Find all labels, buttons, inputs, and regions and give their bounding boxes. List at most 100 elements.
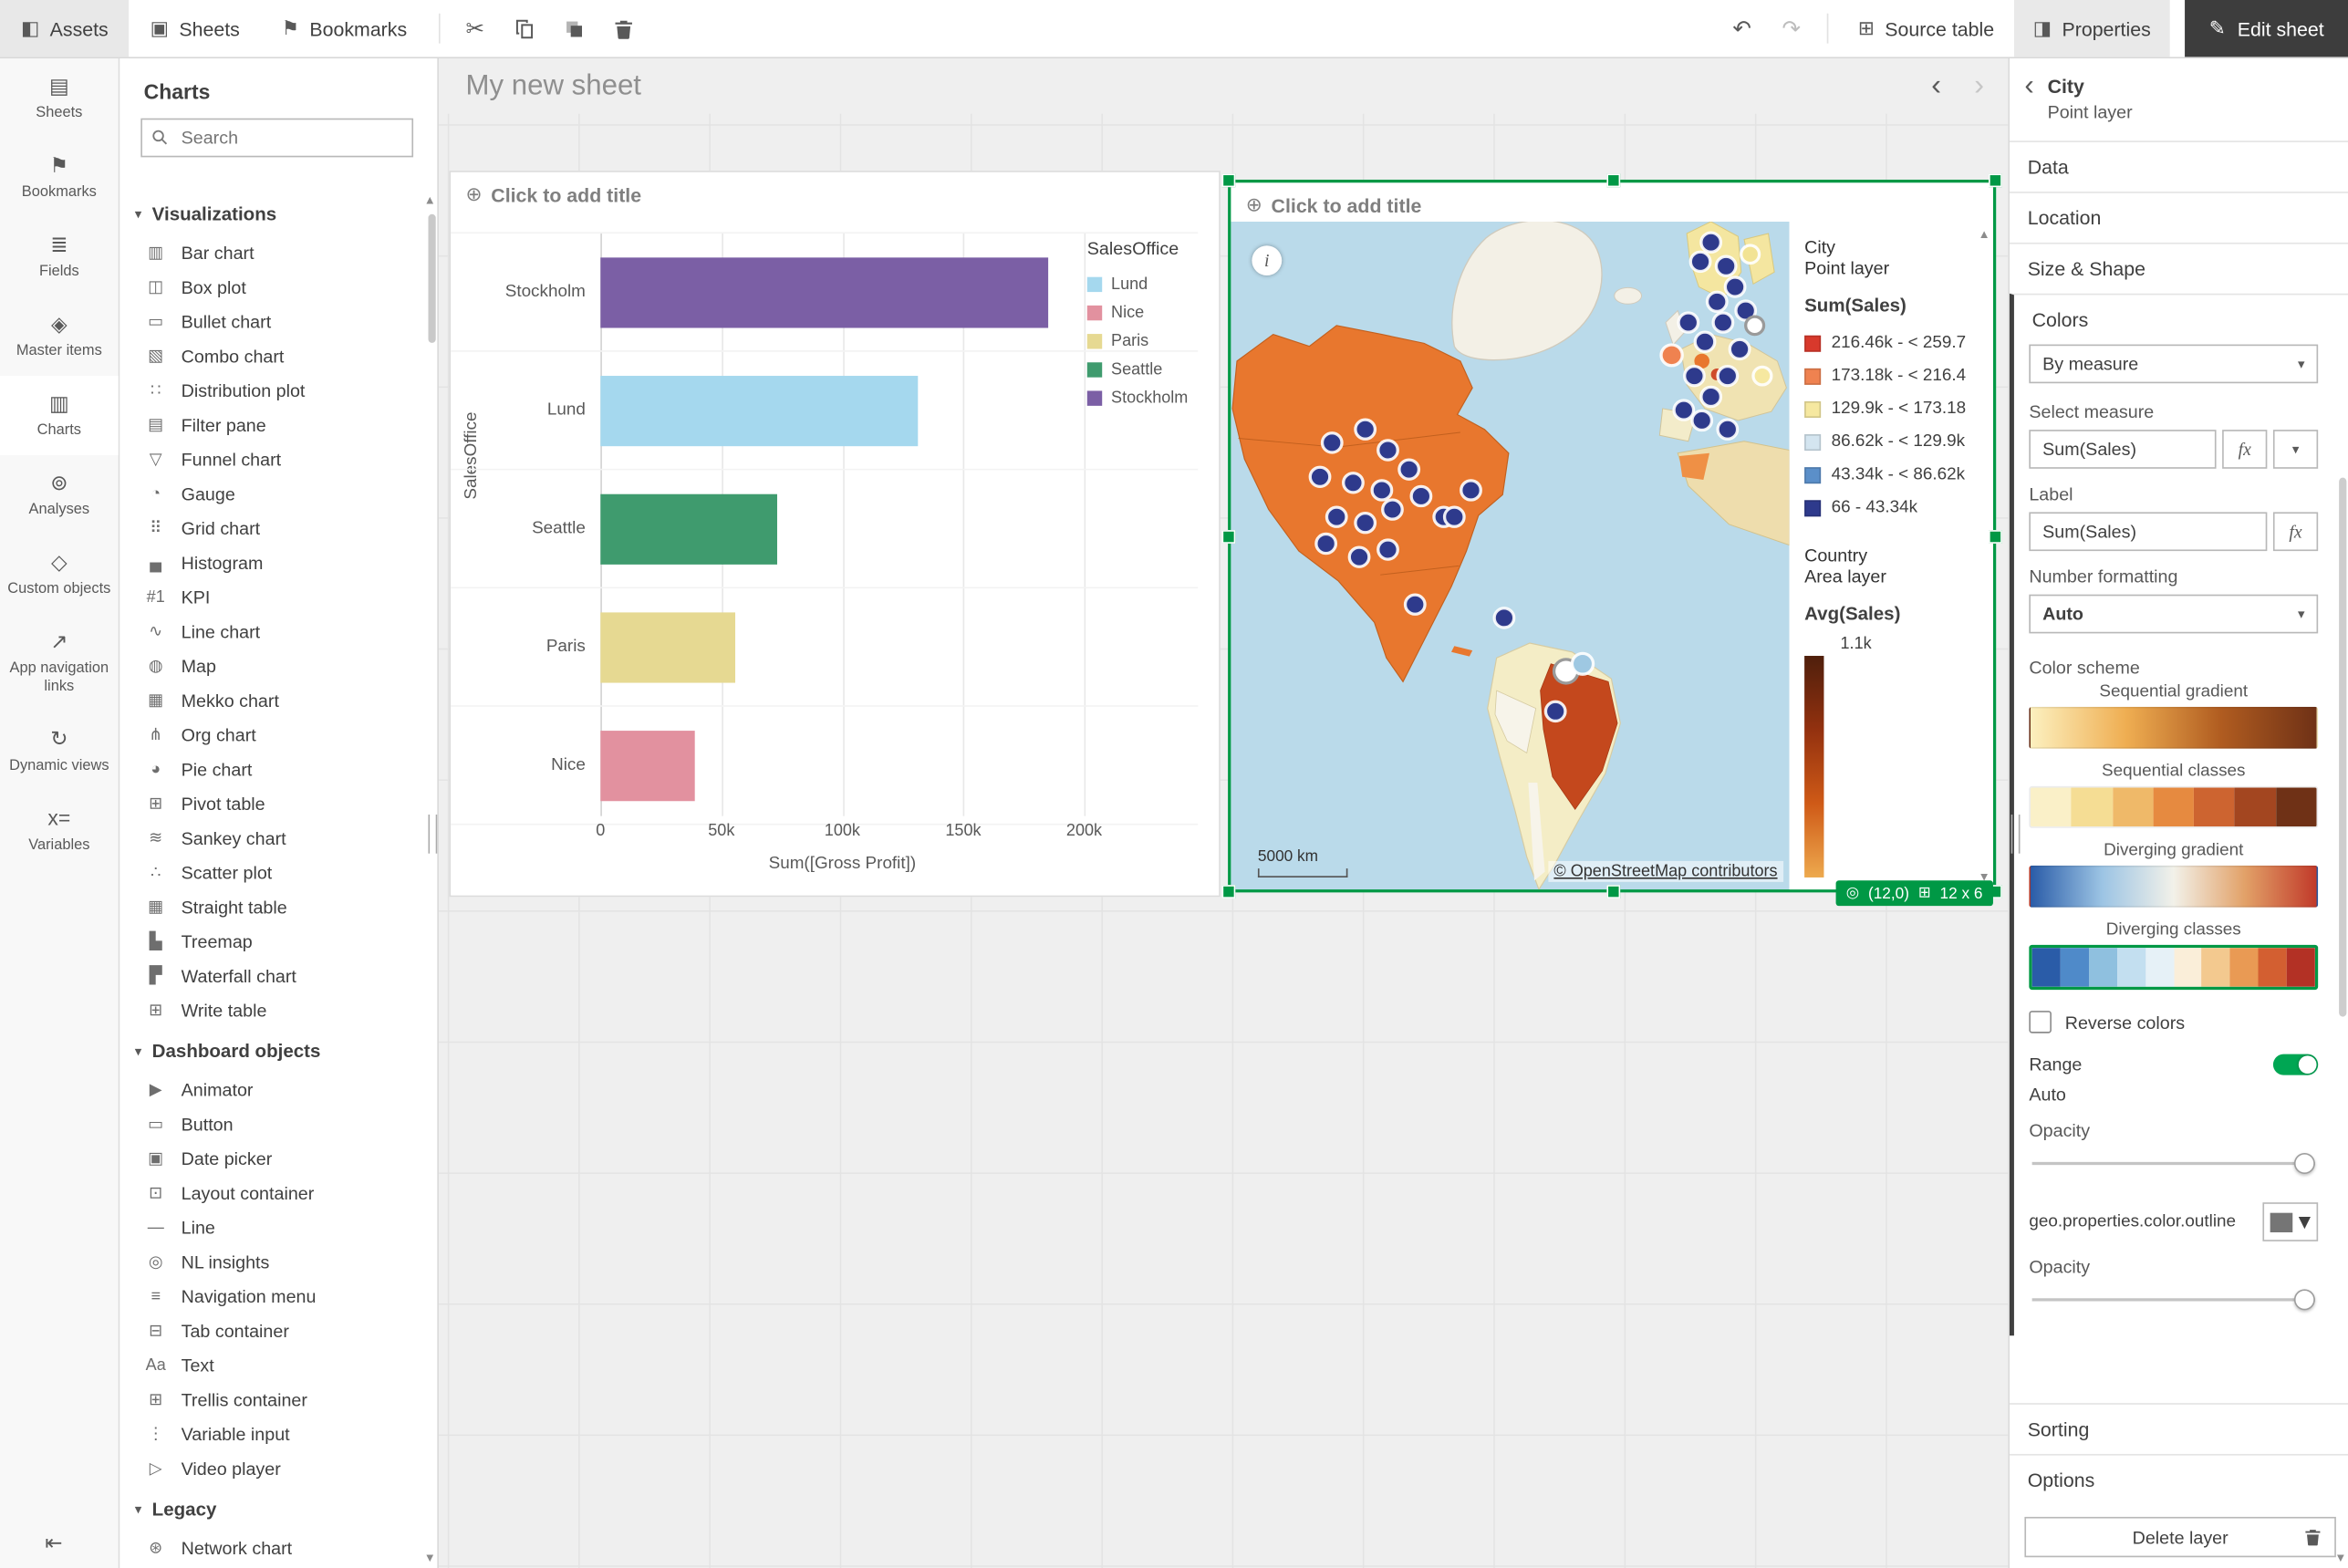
- edit-sheet-button[interactable]: ✎ Edit sheet: [2186, 0, 2348, 57]
- outline-opacity-slider[interactable]: [2032, 1288, 2315, 1312]
- slider-knob[interactable]: [2294, 1289, 2315, 1310]
- resize-handle-w[interactable]: [1222, 530, 1236, 544]
- map-point[interactable]: [1741, 245, 1760, 264]
- slider-knob[interactable]: [2294, 1153, 2315, 1174]
- map-point[interactable]: [1716, 256, 1736, 275]
- map-point[interactable]: [1356, 514, 1376, 533]
- collapse-panel-button[interactable]: ⇤: [0, 1529, 119, 1557]
- prev-sheet-button[interactable]: ‹: [1931, 69, 1941, 104]
- asset-item-distribution-plot[interactable]: ∷Distribution plot: [119, 373, 427, 408]
- asset-item-filter-pane[interactable]: ▤Filter pane: [119, 408, 427, 442]
- info-icon[interactable]: i: [1252, 245, 1282, 275]
- map-point[interactable]: [1718, 367, 1738, 386]
- properties-scrollbar-thumb[interactable]: [2339, 478, 2346, 1017]
- section-size-shape[interactable]: Size & Shape: [2010, 243, 2348, 294]
- map-point[interactable]: [1692, 410, 1712, 430]
- delete-button[interactable]: [598, 0, 648, 57]
- panel-resize-grip[interactable]: [2011, 814, 2021, 853]
- asset-item-org-chart[interactable]: ⋔Org chart: [119, 717, 427, 752]
- resize-handle-e[interactable]: [1989, 530, 2002, 544]
- map-point[interactable]: [1707, 292, 1727, 311]
- properties-button[interactable]: ◨ Properties: [2013, 0, 2170, 57]
- asset-item-gauge[interactable]: ◔Gauge: [119, 476, 427, 511]
- map-point[interactable]: [1349, 547, 1369, 566]
- source-table-button[interactable]: ⊞ Source table: [1839, 0, 2014, 57]
- sheet-title[interactable]: My new sheet: [466, 69, 641, 102]
- rail-item-dynamic-views[interactable]: ↻Dynamic views: [0, 711, 119, 791]
- color-scheme-sequential-gradient[interactable]: Sequential gradient: [2029, 683, 2318, 749]
- asset-item-line[interactable]: —Line: [119, 1210, 427, 1244]
- map-point[interactable]: [1718, 420, 1738, 439]
- back-chevron-icon[interactable]: ‹: [2024, 75, 2033, 98]
- section-data[interactable]: Data: [2010, 140, 2348, 192]
- asset-item-pie-chart[interactable]: ◕Pie chart: [119, 752, 427, 786]
- map-point[interactable]: [1326, 507, 1346, 526]
- map-point[interactable]: [1674, 400, 1694, 420]
- scroll-up-icon[interactable]: ▲: [424, 193, 436, 207]
- resize-handle-ne[interactable]: [1989, 173, 2002, 187]
- map-point[interactable]: [1411, 486, 1431, 505]
- asset-item-animator[interactable]: ▶Animator: [119, 1072, 427, 1106]
- panel-resize-grip[interactable]: [428, 814, 437, 853]
- asset-item-line-chart[interactable]: ∿Line chart: [119, 614, 427, 649]
- map-point[interactable]: [1323, 433, 1343, 452]
- bar-stockholm[interactable]: [600, 257, 1047, 327]
- asset-item-treemap[interactable]: ▙Treemap: [119, 924, 427, 959]
- asset-item-navigation-menu[interactable]: ≡Navigation menu: [119, 1279, 427, 1314]
- map-point[interactable]: [1678, 313, 1699, 332]
- map-point[interactable]: [1461, 481, 1481, 500]
- rail-item-master-items[interactable]: ◈Master items: [0, 296, 119, 376]
- scroll-down-icon[interactable]: ▼: [424, 1552, 436, 1565]
- color-scheme-sequential-classes[interactable]: Sequential classes: [2029, 763, 2318, 828]
- map-point[interactable]: [1399, 460, 1419, 479]
- asset-item-tab-container[interactable]: ⊟Tab container: [119, 1314, 427, 1348]
- outline-color-dropdown[interactable]: ▾: [2262, 1202, 2318, 1241]
- asset-item-kpi[interactable]: #1KPI: [119, 579, 427, 614]
- map-point[interactable]: [1701, 233, 1721, 252]
- map-point[interactable]: [1661, 345, 1682, 366]
- rail-item-app-navigation-links[interactable]: ↗App navigation links: [0, 614, 119, 711]
- asset-item-text[interactable]: AaText: [119, 1347, 427, 1382]
- redo-button[interactable]: ↷: [1767, 0, 1816, 57]
- section-location[interactable]: Location: [2010, 192, 2348, 243]
- asset-item-date-picker[interactable]: ▣Date picker: [119, 1141, 427, 1176]
- rail-item-bookmarks[interactable]: ⚑Bookmarks: [0, 138, 119, 217]
- section-options[interactable]: Options: [2010, 1454, 2348, 1505]
- asset-item-network-chart[interactable]: ⊛Network chart: [119, 1531, 427, 1565]
- assets-section-header-visualizations[interactable]: ▾Visualizations: [119, 190, 427, 234]
- map-point[interactable]: [1310, 467, 1330, 486]
- asset-item-write-table[interactable]: ⊞Write table: [119, 992, 427, 1027]
- map-point[interactable]: [1690, 252, 1710, 271]
- color-scheme-swatch[interactable]: [2029, 786, 2318, 828]
- resize-handle-nw[interactable]: [1222, 173, 1236, 187]
- map-point[interactable]: [1378, 540, 1398, 559]
- asset-item-variable-input[interactable]: ⋮Variable input: [119, 1417, 427, 1451]
- section-sorting[interactable]: Sorting: [2010, 1403, 2348, 1454]
- asset-item-nl-insights[interactable]: ◎NL insights: [119, 1244, 427, 1279]
- expression-editor-button[interactable]: fx: [2273, 512, 2318, 551]
- rail-item-custom-objects[interactable]: ◇Custom objects: [0, 535, 119, 614]
- asset-item-grid-chart[interactable]: ⠿Grid chart: [119, 511, 427, 545]
- asset-item-pivot-table[interactable]: ⊞Pivot table: [119, 786, 427, 821]
- color-scheme-swatch[interactable]: [2029, 945, 2318, 990]
- resize-handle-sw[interactable]: [1222, 885, 1236, 898]
- resize-handle-n[interactable]: [1606, 173, 1620, 187]
- next-sheet-button[interactable]: ›: [1974, 69, 1984, 104]
- asset-item-funnel-chart[interactable]: ▽Funnel chart: [119, 441, 427, 476]
- map-point[interactable]: [1406, 595, 1426, 614]
- undo-button[interactable]: ↶: [1718, 0, 1767, 57]
- map-object[interactable]: ⊕ Click to add title: [1228, 180, 1996, 892]
- map-point[interactable]: [1572, 653, 1593, 674]
- assets-section-header-legacy[interactable]: ▾Legacy: [119, 1485, 427, 1530]
- color-mode-dropdown[interactable]: By measure ▾: [2029, 345, 2318, 384]
- search-input[interactable]: [178, 126, 402, 150]
- asset-item-mekko-chart[interactable]: ▦Mekko chart: [119, 683, 427, 718]
- rail-item-charts[interactable]: ▥Charts: [0, 376, 119, 455]
- expression-editor-button[interactable]: fx: [2222, 430, 2267, 469]
- map-point[interactable]: [1494, 608, 1514, 628]
- reverse-colors-checkbox[interactable]: Reverse colors: [2029, 1011, 2318, 1033]
- map-point[interactable]: [1372, 481, 1392, 500]
- copy-button[interactable]: [500, 0, 549, 57]
- measure-dropdown-button[interactable]: ▾: [2273, 430, 2318, 469]
- color-scheme-swatch[interactable]: [2029, 707, 2318, 749]
